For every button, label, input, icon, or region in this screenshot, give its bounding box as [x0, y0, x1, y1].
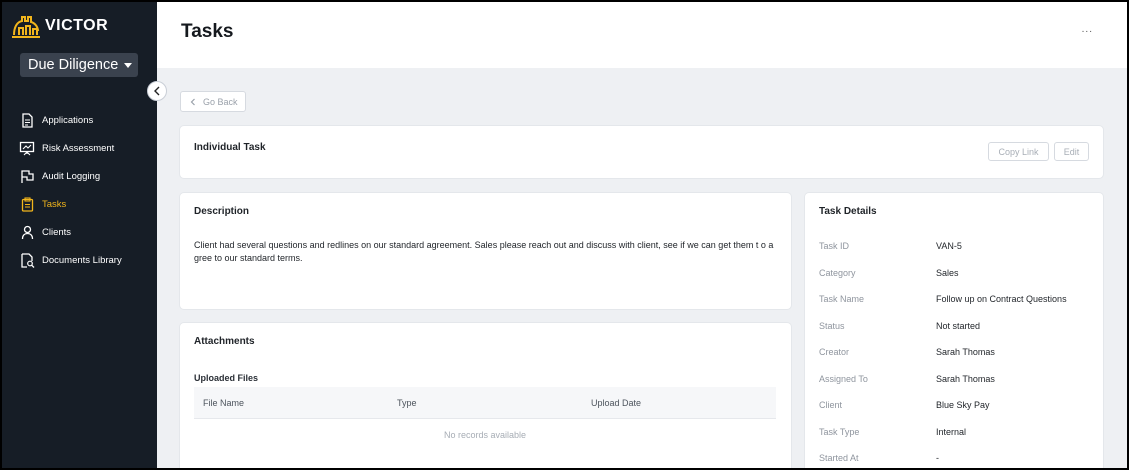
detail-value: - — [936, 453, 939, 463]
clipboard-icon — [19, 196, 35, 212]
detail-value: Sales — [936, 268, 959, 278]
uploaded-files-heading: Uploaded Files — [194, 373, 259, 383]
individual-task-card: Individual Task Copy Link Edit — [180, 126, 1103, 178]
sidebar-item-label: Applications — [42, 114, 94, 126]
victor-logo-icon — [12, 16, 40, 38]
detail-label: Status — [819, 321, 845, 331]
detail-label: Assigned To — [819, 374, 868, 384]
user-icon — [19, 224, 35, 240]
detail-value: Not started — [936, 321, 981, 331]
attachments-card: Attachments Uploaded Files File Name Typ… — [180, 323, 791, 468]
column-header-type[interactable]: Type — [388, 398, 582, 408]
page-header: Tasks ... — [157, 2, 1127, 68]
sidebar-item-clients[interactable]: Clients — [19, 218, 157, 246]
presentation-chart-icon — [19, 140, 35, 156]
detail-label: Task Type — [819, 427, 860, 437]
app-window: VICTOR Due Diligence Applications Risk A… — [2, 2, 1127, 468]
detail-value: Follow up on Contract Questions — [936, 294, 1067, 304]
card-title: Description — [194, 206, 250, 217]
sidebar-item-label: Risk Assessment — [42, 142, 115, 154]
description-text: Client had several questions and redline… — [194, 240, 774, 263]
card-title: Individual Task — [194, 142, 266, 153]
workspace-select-value: Due Diligence — [28, 57, 119, 73]
flag-icon — [19, 168, 35, 184]
sidebar-item-risk-assessment[interactable]: Risk Assessment — [19, 134, 157, 162]
detail-value: Sarah Thomas — [936, 347, 995, 357]
page-title: Tasks — [181, 21, 234, 42]
table-header: File Name Type Upload Date — [194, 387, 776, 419]
detail-value: Sarah Thomas — [936, 374, 995, 384]
uploaded-files-table: File Name Type Upload Date No records av… — [194, 387, 776, 451]
sidebar-item-label: Tasks — [42, 198, 67, 210]
edit-button[interactable]: Edit — [1054, 142, 1089, 161]
sidebar-item-label: Audit Logging — [42, 170, 101, 182]
document-search-icon — [19, 252, 35, 268]
sidebar-nav: Applications Risk Assessment Audit Loggi… — [19, 106, 157, 274]
card-title: Task Details — [819, 206, 877, 217]
workspace-select[interactable]: Due Diligence — [20, 53, 138, 77]
chevron-left-icon — [190, 98, 195, 105]
chevron-left-icon — [154, 86, 160, 96]
column-header-file-name[interactable]: File Name — [194, 398, 388, 408]
detail-label: Started At — [819, 453, 859, 463]
detail-label: Task Name — [819, 294, 865, 304]
detail-value: Internal — [936, 427, 967, 437]
detail-label: Client — [819, 400, 843, 410]
detail-value: VAN-5 — [936, 241, 962, 251]
more-options-button[interactable]: ... — [1082, 24, 1093, 35]
empty-state: No records available — [443, 430, 527, 440]
go-back-button[interactable]: Go Back — [180, 91, 246, 112]
go-back-label: Go Back — [203, 96, 238, 107]
column-header-upload-date[interactable]: Upload Date — [582, 398, 776, 408]
detail-label: Task ID — [819, 241, 850, 251]
card-title: Attachments — [194, 336, 255, 347]
detail-label: Creator — [819, 347, 850, 357]
sidebar: VICTOR Due Diligence Applications Risk A… — [2, 2, 157, 468]
detail-label: Category — [819, 268, 856, 278]
copy-link-button[interactable]: Copy Link — [988, 142, 1049, 161]
brand-logo[interactable]: VICTOR — [11, 13, 108, 39]
sidebar-item-documents-library[interactable]: Documents Library — [19, 246, 157, 274]
chevron-down-icon — [124, 62, 133, 68]
task-details-card: Task Details Task ID VAN-5 Category Sale… — [805, 193, 1103, 468]
description-card: Description Client had several questions… — [180, 193, 791, 309]
sidebar-item-applications[interactable]: Applications — [19, 106, 157, 134]
sidebar-item-tasks[interactable]: Tasks — [19, 190, 157, 218]
sidebar-item-audit-logging[interactable]: Audit Logging — [19, 162, 157, 190]
document-icon — [19, 112, 35, 128]
sidebar-item-label: Documents Library — [42, 254, 122, 266]
brand-name: VICTOR — [45, 17, 109, 34]
detail-value: Blue Sky Pay — [936, 400, 990, 410]
collapse-sidebar-button[interactable] — [147, 81, 167, 101]
sidebar-item-label: Clients — [42, 226, 72, 238]
